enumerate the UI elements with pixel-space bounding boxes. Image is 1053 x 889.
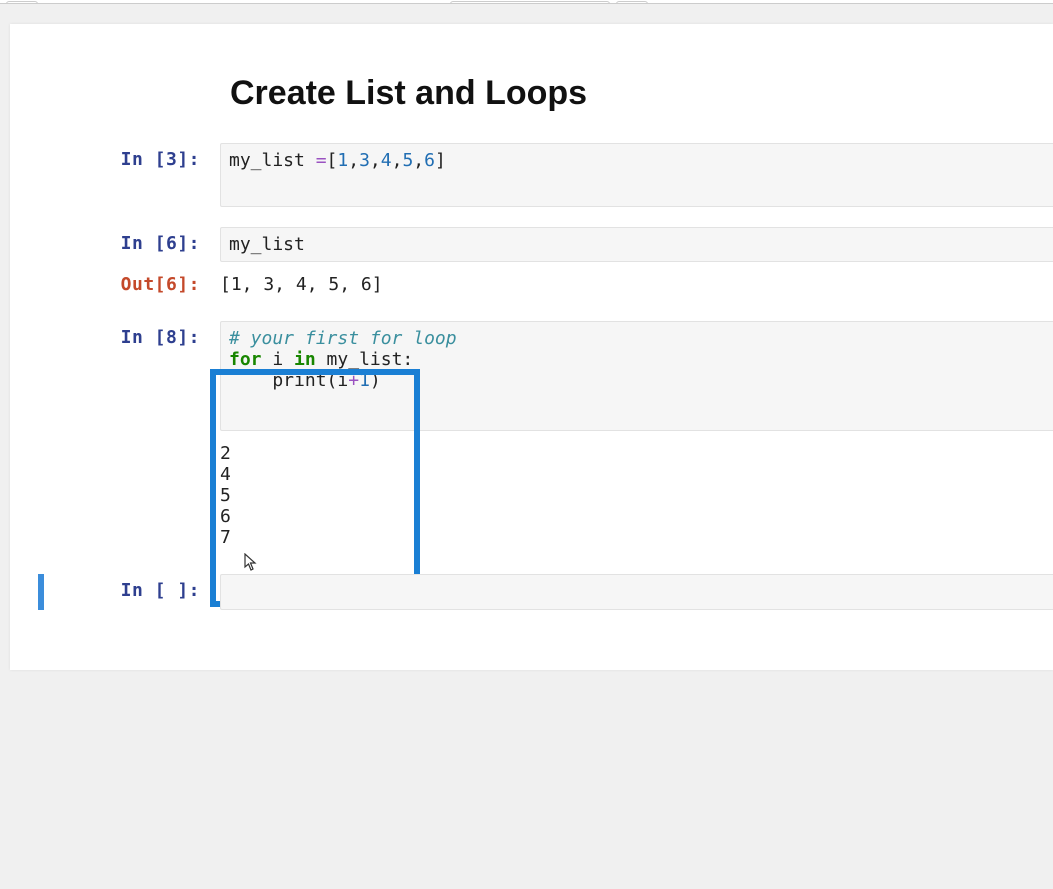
output-text: [1, 3, 4, 5, 6] [220,268,1053,301]
cursor-icon [244,553,260,573]
cell[interactable]: In [8]: # your first for loop for i in m… [10,321,1053,554]
heading: Create List and Loops [230,74,1053,113]
empty-prompt [10,437,210,449]
cell[interactable]: In [ ]: [10,574,1053,610]
code-input[interactable]: my_list [220,227,1053,262]
code-input[interactable] [220,574,1053,610]
stdout-output: 2 4 5 6 7 [220,437,1053,554]
cell[interactable]: In [3]: my_list =[1,3,4,5,6] [10,143,1053,207]
active-cell-indicator [38,574,44,610]
code-input[interactable]: my_list =[1,3,4,5,6] [220,143,1053,207]
cell[interactable]: In [6]: my_list Out[6]: [1, 3, 4, 5, 6] [10,227,1053,301]
in-prompt: In [3]: [10,143,210,176]
notebook-scroll-area[interactable]: Create List and Loops In [3]: my_list =[… [0,4,1053,730]
code-input[interactable]: # your first for loop for i in my_list: … [220,321,1053,431]
notebook: Create List and Loops In [3]: my_list =[… [10,24,1053,670]
in-prompt: In [6]: [10,227,210,260]
out-prompt: Out[6]: [10,268,210,301]
in-prompt: In [8]: [10,321,210,354]
